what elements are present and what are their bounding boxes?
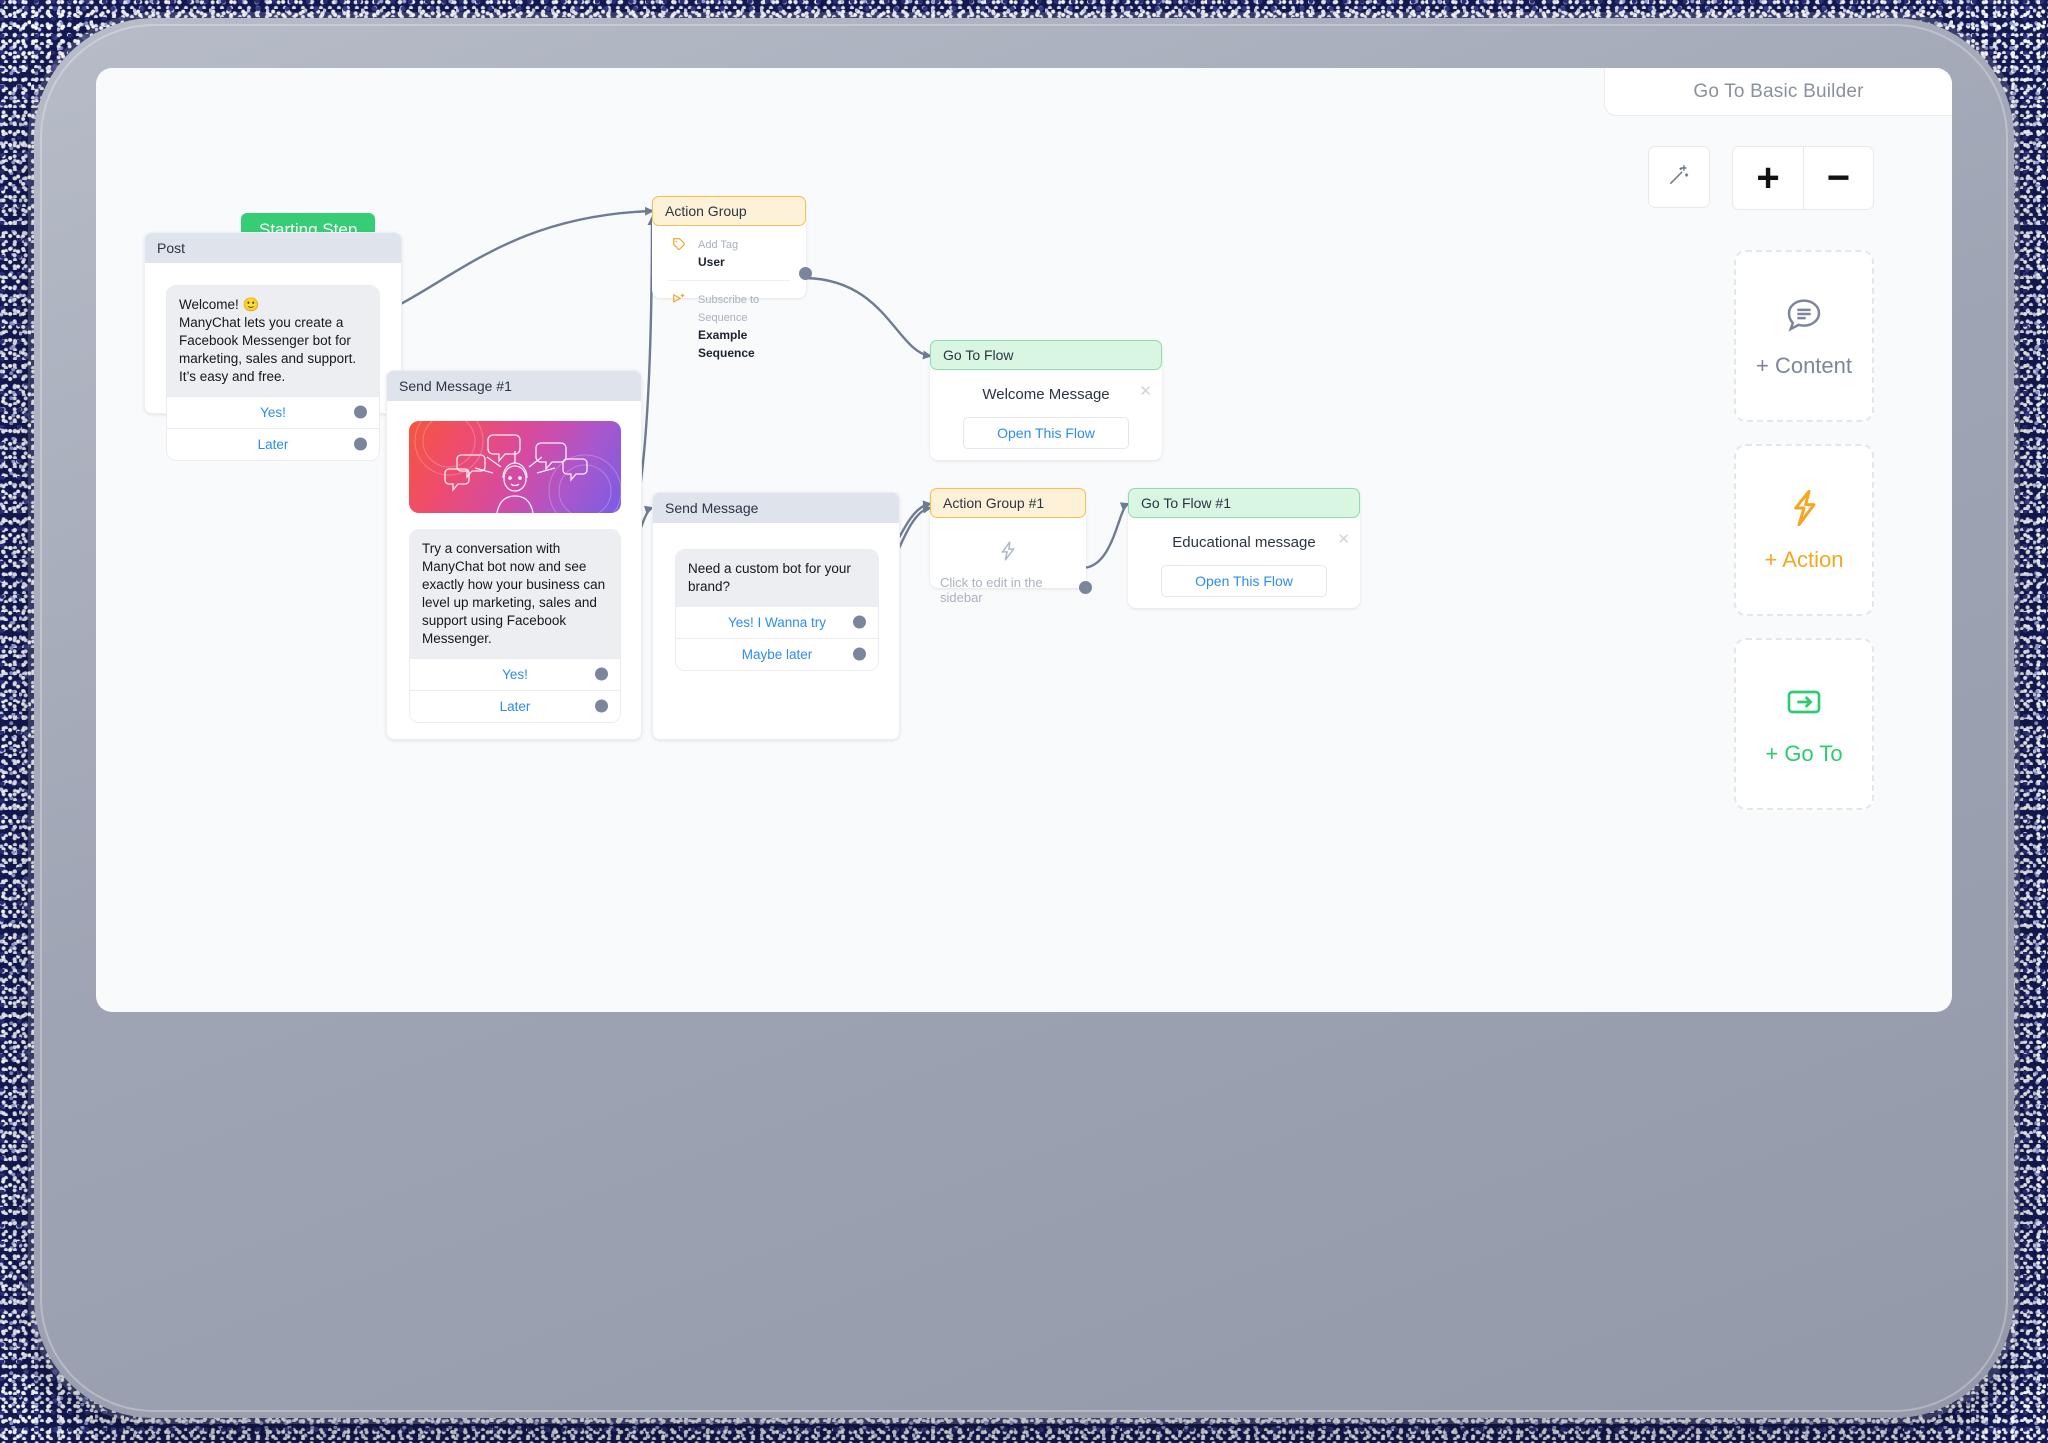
- zoom-in-label: +: [1756, 158, 1779, 198]
- action-row-subscribe[interactable]: Subscribe to Sequence Example Sequence: [652, 281, 806, 371]
- post-button-yes[interactable]: Yes!: [167, 396, 379, 428]
- node-go-to-flow-1-title: Go To Flow #1: [1141, 495, 1231, 511]
- canvas-toolbar: + −: [1648, 146, 1874, 210]
- open-this-flow-label: Open This Flow: [997, 425, 1095, 441]
- post-message-bubble: Welcome! 🙂 ManyChat lets you create a Fa…: [166, 285, 380, 461]
- node-send-message[interactable]: Send Message Need a custom bot for your …: [652, 492, 900, 740]
- go-to-flow-body: ✕ Welcome Message Open This Flow: [930, 370, 1162, 467]
- go-to-basic-builder-label: Go To Basic Builder: [1693, 81, 1863, 103]
- node-go-to-flow-header: Go To Flow: [930, 340, 1162, 370]
- palette-add-goto[interactable]: + Go To: [1734, 638, 1874, 810]
- node-go-to-flow[interactable]: Go To Flow ✕ Welcome Message Open This F…: [930, 340, 1162, 460]
- send-message-button-yes[interactable]: Yes! I Wanna try: [676, 606, 878, 638]
- close-icon[interactable]: ✕: [1337, 532, 1350, 547]
- node-post[interactable]: Post Welcome! 🙂 ManyChat lets you create…: [144, 232, 402, 414]
- send-message-1-button-yes-label: Yes!: [502, 667, 528, 682]
- node-action-group-1-title: Action Group #1: [943, 495, 1044, 511]
- manychat-hero-illustration: [409, 421, 621, 513]
- open-this-flow-1-button[interactable]: Open This Flow: [1161, 565, 1327, 597]
- chat-bubble-icon: [1784, 294, 1824, 339]
- go-to-basic-builder-tab[interactable]: Go To Basic Builder: [1604, 68, 1952, 116]
- node-go-to-flow-1[interactable]: Go To Flow #1 ✕ Educational message Open…: [1128, 488, 1360, 608]
- send-message-button-maybe-port[interactable]: [853, 648, 866, 661]
- palette-add-goto-label: + Go To: [1765, 741, 1842, 767]
- send-message-1-bubble: Try a conversation with ManyChat bot now…: [409, 529, 621, 723]
- action-group-1-empty-label: Click to edit in the sidebar: [940, 575, 1076, 605]
- arrow-in-box-icon: [1784, 682, 1824, 727]
- node-action-group-title: Action Group: [665, 203, 747, 219]
- zoom-out-button[interactable]: −: [1803, 147, 1873, 209]
- send-message-1-button-yes[interactable]: Yes!: [410, 658, 620, 690]
- zoom-in-button[interactable]: +: [1733, 147, 1803, 209]
- lightning-bolt-icon: [1784, 488, 1824, 533]
- post-button-later-port[interactable]: [354, 438, 367, 451]
- palette-add-content-label: + Content: [1756, 353, 1852, 379]
- action-row-add-tag-value: User: [698, 255, 725, 269]
- node-action-group-header: Action Group: [652, 196, 806, 226]
- app-canvas: Starting Step Post Welcome! 🙂 ManyChat l…: [96, 68, 1952, 1012]
- send-message-button-yes-port[interactable]: [853, 616, 866, 629]
- node-action-group-1[interactable]: Action Group #1 Click to edit in the sid…: [930, 488, 1086, 588]
- screenshot-root: Starting Step Post Welcome! 🙂 ManyChat l…: [0, 0, 2048, 1443]
- zoom-out-label: −: [1827, 158, 1850, 198]
- action-group-1-empty-state: Click to edit in the sidebar: [930, 518, 1086, 631]
- action-row-subscribe-value: Example Sequence: [698, 328, 755, 360]
- node-send-message-1-header: Send Message #1: [387, 371, 641, 401]
- node-go-to-flow-title: Go To Flow: [943, 347, 1014, 363]
- send-message-1-button-later-port[interactable]: [595, 700, 608, 713]
- action-row-add-tag-title: Add Tag: [698, 239, 738, 251]
- node-send-message-header: Send Message: [653, 493, 899, 523]
- node-send-message-1[interactable]: Send Message #1: [386, 370, 642, 740]
- open-this-flow-button[interactable]: Open This Flow: [963, 417, 1129, 449]
- send-message-1-text: Try a conversation with ManyChat bot now…: [410, 530, 620, 658]
- go-to-flow-1-name: Educational message: [1142, 534, 1346, 551]
- zoom-controls: + −: [1732, 146, 1874, 210]
- post-button-yes-label: Yes!: [260, 405, 286, 420]
- palette-add-content[interactable]: + Content: [1734, 250, 1874, 422]
- send-message-1-button-later[interactable]: Later: [410, 690, 620, 722]
- tag-icon: [672, 235, 688, 271]
- lightning-bolt-icon: [997, 540, 1019, 567]
- send-message-1-button-later-label: Later: [500, 699, 531, 714]
- palette-add-action-label: + Action: [1765, 547, 1844, 573]
- send-message-button-maybe-label: Maybe later: [742, 647, 813, 662]
- node-send-message-1-title: Send Message #1: [399, 378, 512, 394]
- close-icon[interactable]: ✕: [1139, 384, 1152, 399]
- element-palette: + Content + Action + Go To: [1734, 250, 1874, 810]
- action-row-add-tag[interactable]: Add Tag User: [652, 226, 806, 280]
- open-this-flow-1-label: Open This Flow: [1195, 573, 1293, 589]
- node-go-to-flow-1-header: Go To Flow #1: [1128, 488, 1360, 518]
- magic-wand-button[interactable]: [1648, 146, 1710, 208]
- node-action-group[interactable]: Action Group Add Tag User: [652, 196, 806, 298]
- action-group-1-output-port[interactable]: [1079, 581, 1092, 594]
- send-message-button-maybe[interactable]: Maybe later: [676, 638, 878, 670]
- node-send-message-title: Send Message: [665, 500, 758, 516]
- node-post-title: Post: [157, 240, 185, 256]
- node-post-header: Post: [145, 233, 401, 263]
- magic-wand-icon: [1666, 162, 1692, 193]
- post-message-text: Welcome! 🙂 ManyChat lets you create a Fa…: [167, 286, 379, 396]
- go-to-flow-name: Welcome Message: [944, 386, 1148, 403]
- go-to-flow-1-body: ✕ Educational message Open This Flow: [1128, 518, 1360, 615]
- post-button-later-label: Later: [258, 437, 289, 452]
- send-message-text: Need a custom bot for your brand?: [676, 550, 878, 606]
- action-group-output-port[interactable]: [799, 267, 812, 280]
- node-action-group-1-header: Action Group #1: [930, 488, 1086, 518]
- post-button-later[interactable]: Later: [167, 428, 379, 460]
- action-row-subscribe-title: Subscribe to Sequence: [698, 294, 759, 324]
- send-message-bubble: Need a custom bot for your brand? Yes! I…: [675, 549, 879, 671]
- subscribe-icon: [672, 290, 688, 362]
- palette-add-action[interactable]: + Action: [1734, 444, 1874, 616]
- send-message-1-button-yes-port[interactable]: [595, 668, 608, 681]
- send-message-button-yes-label: Yes! I Wanna try: [728, 615, 826, 630]
- post-button-yes-port[interactable]: [354, 406, 367, 419]
